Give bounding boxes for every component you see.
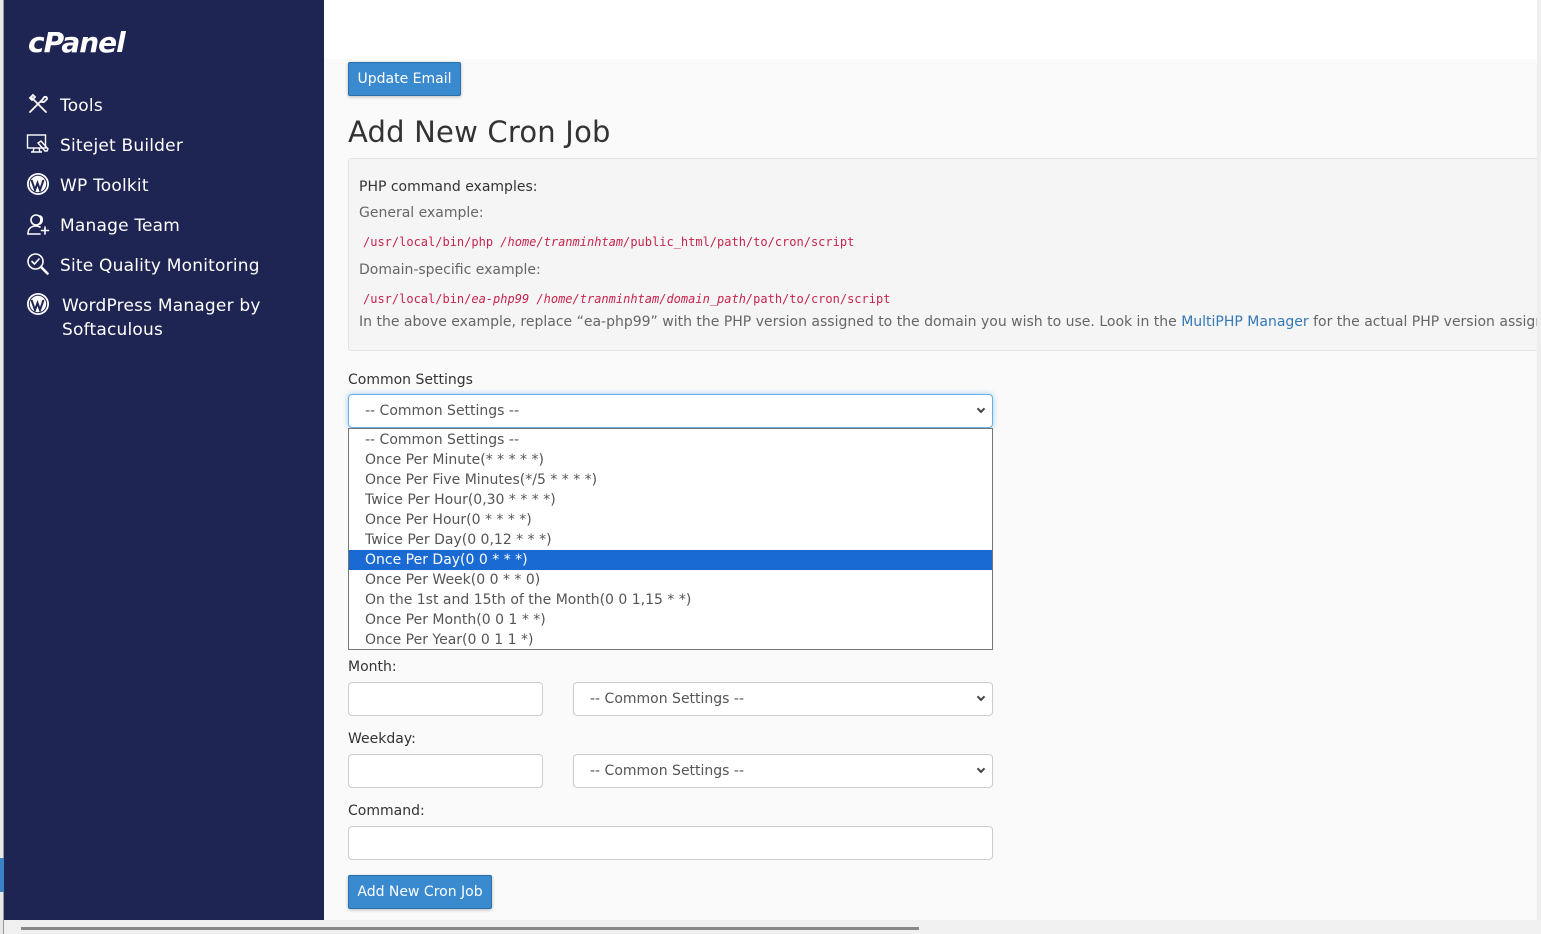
update-email-button[interactable]: Update Email: [348, 62, 461, 96]
tools-icon: [26, 92, 56, 116]
window-right-edge: [1537, 0, 1541, 934]
monitor-pen-icon: [26, 132, 56, 156]
dropdown-option[interactable]: Once Per Minute(* * * * *): [349, 450, 992, 470]
sidebar-item-label: WordPress Manager by Softaculous: [62, 296, 261, 340]
note-text: In the above example, replace “ea-php99”…: [359, 314, 1182, 330]
add-new-cron-job-button[interactable]: Add New Cron Job: [348, 875, 492, 909]
sidebar-item-label: Sitejet Builder: [60, 136, 184, 156]
select-value: -- Common Settings --: [590, 763, 745, 779]
sidebar-item-label: Site Quality Monitoring: [60, 256, 260, 276]
code-segment: /usr/local/bin/php: [363, 235, 501, 249]
main-content: Update Email Add New Cron Job PHP comman…: [324, 59, 1537, 920]
chevron-down-icon: [976, 692, 986, 702]
common-settings-select[interactable]: -- Common Settings --: [348, 394, 993, 428]
code-segment: public_html/path/to/cron/script: [630, 235, 855, 249]
common-settings-dropdown-list: -- Common Settings -- Once Per Minute(* *…: [348, 428, 993, 650]
sidebar-item-sitejet-builder[interactable]: Sitejet Builder: [26, 126, 316, 166]
dropdown-option[interactable]: Once Per Day(0 0 * * *): [349, 550, 992, 570]
common-settings-label: Common Settings: [348, 372, 473, 388]
code-segment: path/to/cron/script: [753, 292, 891, 306]
note-text: for the actual PHP version assigned to a…: [1313, 314, 1537, 330]
code-segment-italic: /home/tranminhtam/domain_path/: [536, 292, 754, 306]
general-example-label: General example:: [359, 205, 484, 221]
sidebar-item-tools[interactable]: Tools: [26, 86, 316, 126]
dropdown-option[interactable]: Twice Per Day(0 0,12 * * *): [349, 530, 992, 550]
add-user-icon: [26, 212, 56, 236]
select-value: -- Common Settings --: [590, 691, 745, 707]
code-segment: /usr/local/bin/: [363, 292, 472, 306]
dropdown-option[interactable]: Once Per Week(0 0 * * 0): [349, 570, 992, 590]
php-examples-panel: PHP command examples: General example: /…: [348, 158, 1537, 351]
horizontal-scrollbar-thumb[interactable]: [21, 927, 919, 930]
cpanel-logo[interactable]: cPanel: [28, 26, 126, 59]
code-segment-italic: ea-php99: [471, 292, 530, 306]
dropdown-option[interactable]: -- Common Settings --: [349, 430, 992, 450]
domain-example-label: Domain-specific example:: [359, 262, 541, 278]
command-label: Command:: [348, 803, 425, 819]
code-segment-italic: /home/tranminhtam/: [500, 235, 631, 249]
sidebar-item-site-quality-monitoring[interactable]: Site Quality Monitoring: [26, 246, 316, 286]
domain-example-code: /usr/local/bin/ea-php99 /home/tranminhta…: [363, 291, 890, 307]
weekday-common-settings-select[interactable]: -- Common Settings --: [573, 754, 993, 788]
wordpress-icon: [26, 172, 56, 196]
sidebar-item-wp-toolkit[interactable]: WP Toolkit: [26, 166, 316, 206]
dropdown-option[interactable]: Once Per Hour(0 * * * *): [349, 510, 992, 530]
top-header: [324, 0, 1537, 59]
magnifier-check-icon: [26, 252, 56, 276]
examples-note: In the above example, replace “ea-php99”…: [359, 314, 1537, 330]
month-input[interactable]: [348, 682, 543, 716]
sidebar-item-label: Tools: [60, 96, 103, 116]
weekday-input[interactable]: [348, 754, 543, 788]
wordpress-icon: [26, 292, 56, 316]
sidebar-item-manage-team[interactable]: Manage Team: [26, 206, 316, 246]
page-title: Add New Cron Job: [348, 115, 611, 149]
chevron-down-icon: [976, 404, 986, 414]
month-label: Month:: [348, 659, 397, 675]
sidebar-item-wordpress-manager[interactable]: WordPress Manager by Softaculous: [26, 286, 316, 346]
sidebar-item-label: WP Toolkit: [60, 176, 149, 196]
chevron-down-icon: [976, 764, 986, 774]
select-value: -- Common Settings --: [365, 403, 520, 419]
command-input[interactable]: [348, 826, 993, 860]
month-common-settings-select[interactable]: -- Common Settings --: [573, 682, 993, 716]
weekday-label: Weekday:: [348, 731, 416, 747]
dropdown-option[interactable]: Once Per Five Minutes(*/5 * * * *): [349, 470, 992, 490]
dropdown-option[interactable]: On the 1st and 15th of the Month(0 0 1,1…: [349, 590, 992, 610]
dropdown-option[interactable]: Once Per Year(0 0 1 1 *): [349, 630, 992, 650]
sidebar-nav: Tools Sitejet Builder WP Toolkit Manage …: [26, 86, 316, 346]
examples-heading: PHP command examples:: [359, 179, 538, 195]
general-example-code: /usr/local/bin/php /home/tranminhtam/pub…: [363, 234, 854, 250]
dropdown-option[interactable]: Once Per Month(0 0 1 * *): [349, 610, 992, 630]
sidebar: cPanel Tools Sitejet Builder WP Toolkit …: [4, 0, 324, 920]
dropdown-option[interactable]: Twice Per Hour(0,30 * * * *): [349, 490, 992, 510]
sidebar-item-label: Manage Team: [60, 216, 181, 236]
horizontal-scrollbar[interactable]: [4, 920, 1541, 934]
multiphp-manager-link[interactable]: MultiPHP Manager: [1181, 314, 1308, 330]
